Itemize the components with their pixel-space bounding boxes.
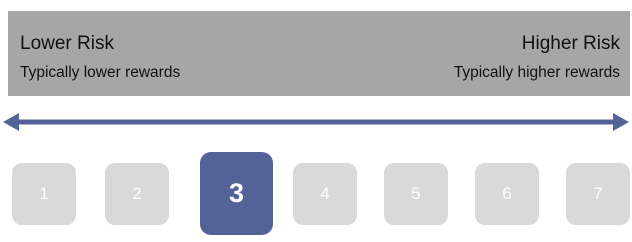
scale-box-5: 5 <box>384 163 448 225</box>
scale-box-6: 6 <box>475 163 539 225</box>
scale-box-3-selected: 3 <box>200 152 273 235</box>
scale-box-2: 2 <box>105 163 169 225</box>
scale-box-1: 1 <box>12 163 76 225</box>
risk-scale-row: 1 2 3 4 5 6 7 <box>0 0 632 242</box>
scale-box-7: 7 <box>566 163 630 225</box>
scale-box-4: 4 <box>293 163 357 225</box>
